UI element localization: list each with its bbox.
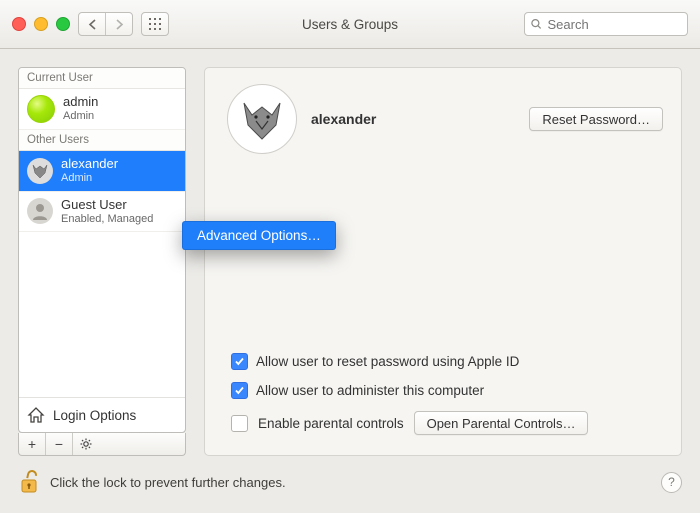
avatar-current xyxy=(27,95,55,123)
window-controls xyxy=(12,17,70,31)
allow-reset-row: Allow user to reset password using Apple… xyxy=(231,353,663,370)
zoom-window-button[interactable] xyxy=(56,17,70,31)
remove-user-button[interactable]: − xyxy=(46,433,73,455)
user-name: admin xyxy=(63,95,98,110)
users-groups-window: Users & Groups Current User admin Admin xyxy=(0,0,700,513)
user-detail-pane: alexander Reset Password… Allow user to … xyxy=(204,67,682,456)
help-button[interactable]: ? xyxy=(661,472,682,493)
user-name: alexander xyxy=(61,157,118,172)
allow-reset-checkbox[interactable] xyxy=(231,353,248,370)
user-meta: alexander Admin xyxy=(61,157,118,185)
user-name: Guest User xyxy=(61,198,153,213)
avatar-guest xyxy=(27,198,53,224)
parental-checkbox[interactable] xyxy=(231,415,248,432)
add-user-button[interactable]: + xyxy=(19,433,46,455)
user-row-current[interactable]: admin Admin xyxy=(19,89,185,130)
checkmark-icon xyxy=(234,356,245,367)
back-button[interactable] xyxy=(79,13,106,35)
parental-label: Enable parental controls xyxy=(258,416,404,431)
current-user-header: Current User xyxy=(19,68,185,89)
house-icon xyxy=(27,406,45,424)
user-role: Admin xyxy=(63,110,98,123)
chevron-right-icon xyxy=(115,19,124,30)
fox-icon xyxy=(234,91,290,147)
window-title: Users & Groups xyxy=(302,17,398,32)
parental-row: Enable parental controls Open Parental C… xyxy=(231,411,663,435)
allow-admin-checkbox[interactable] xyxy=(231,382,248,399)
open-parental-button[interactable]: Open Parental Controls… xyxy=(414,411,589,435)
nav-buttons xyxy=(78,12,133,36)
login-options-label: Login Options xyxy=(53,408,136,423)
user-meta: admin Admin xyxy=(63,95,98,123)
lock-open-icon xyxy=(19,469,39,495)
content-area: Current User admin Admin Other Users xyxy=(0,49,700,456)
user-list: Current User admin Admin Other Users xyxy=(18,67,186,433)
user-avatar[interactable] xyxy=(227,84,297,154)
user-row-alexander[interactable]: alexander Admin xyxy=(19,151,185,192)
search-input[interactable] xyxy=(546,16,681,33)
sidebar-footer: + − xyxy=(18,433,186,456)
other-users-header: Other Users xyxy=(19,130,185,151)
lock-button[interactable] xyxy=(18,468,40,496)
reset-password-button[interactable]: Reset Password… xyxy=(529,107,663,131)
checkmark-icon xyxy=(234,385,245,396)
person-icon xyxy=(30,201,50,221)
context-menu: Advanced Options… xyxy=(182,221,336,250)
gear-icon xyxy=(80,438,92,450)
forward-button[interactable] xyxy=(106,13,132,35)
search-field[interactable] xyxy=(524,12,688,36)
lock-text: Click the lock to prevent further change… xyxy=(50,475,286,490)
close-window-button[interactable] xyxy=(12,17,26,31)
user-row-guest[interactable]: Guest User Enabled, Managed xyxy=(19,192,185,233)
actions-button[interactable] xyxy=(73,433,99,455)
chevron-left-icon xyxy=(88,19,97,30)
context-menu-item-advanced[interactable]: Advanced Options… xyxy=(197,228,321,243)
minimize-window-button[interactable] xyxy=(34,17,48,31)
user-header: alexander Reset Password… xyxy=(227,84,663,154)
user-options: Allow user to reset password using Apple… xyxy=(227,353,663,439)
login-options-row[interactable]: Login Options xyxy=(19,397,185,432)
display-name: alexander xyxy=(311,111,376,127)
show-all-button[interactable] xyxy=(141,12,169,36)
window-body: Current User admin Admin Other Users xyxy=(0,49,700,513)
user-meta: Guest User Enabled, Managed xyxy=(61,198,153,226)
footer: Click the lock to prevent further change… xyxy=(0,456,700,513)
sidebar: Current User admin Admin Other Users xyxy=(18,67,186,456)
avatar-alexander xyxy=(27,158,53,184)
allow-reset-label: Allow user to reset password using Apple… xyxy=(256,354,519,369)
allow-admin-label: Allow user to administer this computer xyxy=(256,383,484,398)
toolbar: Users & Groups xyxy=(0,0,700,49)
user-role: Admin xyxy=(61,172,118,185)
allow-admin-row: Allow user to administer this computer xyxy=(231,382,663,399)
grid-icon xyxy=(149,18,161,30)
fox-icon xyxy=(30,161,50,181)
search-icon xyxy=(531,18,542,30)
user-role: Enabled, Managed xyxy=(61,213,153,226)
